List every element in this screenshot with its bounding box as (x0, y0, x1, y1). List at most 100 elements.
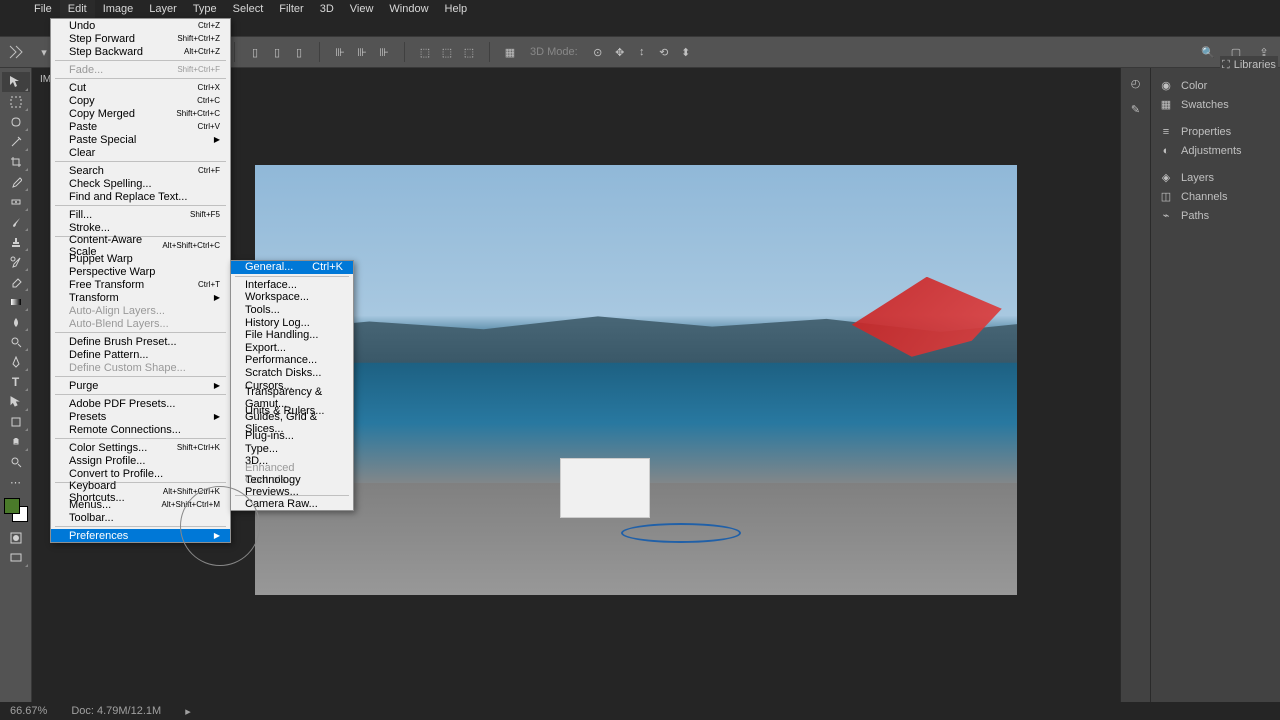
align-h-icon[interactable]: ▯ (247, 44, 263, 60)
menu-item-define-brush-preset---[interactable]: Define Brush Preset... (51, 335, 230, 348)
menu-item-content-aware-scale[interactable]: Content-Aware ScaleAlt+Shift+Ctrl+C (51, 239, 230, 252)
menu-item-assign-profile---[interactable]: Assign Profile... (51, 454, 230, 467)
menu-item-presets[interactable]: Presets▶ (51, 410, 230, 423)
menu-item-menus---[interactable]: Menus...Alt+Shift+Ctrl+M (51, 498, 230, 511)
auto-icon[interactable]: ⬚ (461, 44, 477, 60)
menu-item-free-transform[interactable]: Free TransformCtrl+T (51, 278, 230, 291)
menu-item-find-and-replace-text---[interactable]: Find and Replace Text... (51, 190, 230, 203)
shape-tool[interactable] (2, 412, 30, 432)
menu-item-preferences[interactable]: Preferences▶ (51, 529, 230, 542)
menu-item-color-settings---[interactable]: Color Settings...Shift+Ctrl+K (51, 441, 230, 454)
orbit-icon[interactable]: ⊙ (590, 44, 606, 60)
panel-swatches[interactable]: ▦Swatches (1151, 95, 1280, 114)
doc-size[interactable]: Doc: 4.79M/12.1M (71, 705, 161, 717)
slide-icon[interactable]: ⬍ (678, 44, 694, 60)
mode-icon[interactable]: ▦ (502, 44, 518, 60)
history-brush-tool[interactable] (2, 252, 30, 272)
panel-adjustments[interactable]: ◐Adjustments (1151, 141, 1280, 160)
hand-tool[interactable] (2, 432, 30, 452)
pan-icon[interactable]: ✥ (612, 44, 628, 60)
lasso-tool[interactable] (2, 112, 30, 132)
menu-file[interactable]: File (26, 0, 60, 18)
history-icon[interactable]: ◴ (1127, 74, 1145, 92)
submenu-item-type---[interactable]: Type... (231, 442, 353, 455)
space-icon[interactable]: ⊪ (332, 44, 348, 60)
menu-item-puppet-warp[interactable]: Puppet Warp (51, 252, 230, 265)
menu-item-transform[interactable]: Transform▶ (51, 291, 230, 304)
panel-libraries[interactable]: ⛶Libraries (1220, 56, 1278, 74)
type-tool[interactable]: T (2, 372, 30, 392)
space-icon[interactable]: ⊪ (376, 44, 392, 60)
submenu-item-interface---[interactable]: Interface... (231, 279, 353, 292)
align-h-icon[interactable]: ▯ (291, 44, 307, 60)
space-icon[interactable]: ⊪ (354, 44, 370, 60)
menu-layer[interactable]: Layer (141, 0, 185, 18)
menu-item-perspective-warp[interactable]: Perspective Warp (51, 265, 230, 278)
eraser-tool[interactable] (2, 272, 30, 292)
panel-paths[interactable]: ⌁Paths (1151, 206, 1280, 225)
submenu-item-general---[interactable]: General...Ctrl+K (231, 261, 353, 274)
dolly-icon[interactable]: ↕ (634, 44, 650, 60)
screen-mode[interactable] (2, 548, 30, 568)
menu-item-convert-to-profile---[interactable]: Convert to Profile... (51, 467, 230, 480)
menu-item-clear[interactable]: Clear (51, 146, 230, 159)
menu-item-cut[interactable]: CutCtrl+X (51, 81, 230, 94)
menu-select[interactable]: Select (225, 0, 272, 18)
search-icon[interactable]: 🔍 (1200, 44, 1216, 60)
menu-item-keyboard-shortcuts---[interactable]: Keyboard Shortcuts...Alt+Shift+Ctrl+K (51, 485, 230, 498)
gradient-tool[interactable] (2, 292, 30, 312)
menu-help[interactable]: Help (437, 0, 476, 18)
menu-item-paste[interactable]: PasteCtrl+V (51, 120, 230, 133)
menu-item-toolbar---[interactable]: Toolbar... (51, 511, 230, 524)
menu-item-adobe-pdf-presets---[interactable]: Adobe PDF Presets... (51, 397, 230, 410)
panel-channels[interactable]: ◫Channels (1151, 187, 1280, 206)
menu-image[interactable]: Image (95, 0, 142, 18)
menu-item-purge[interactable]: Purge▶ (51, 379, 230, 392)
dodge-tool[interactable] (2, 332, 30, 352)
submenu-item-file-handling---[interactable]: File Handling... (231, 329, 353, 342)
edit-toolbar[interactable]: ⋯ (2, 472, 30, 492)
submenu-item-workspace---[interactable]: Workspace... (231, 291, 353, 304)
menu-item-step-forward[interactable]: Step ForwardShift+Ctrl+Z (51, 32, 230, 45)
eyedropper-tool[interactable] (2, 172, 30, 192)
canvas-image[interactable] (255, 165, 1017, 595)
menu-item-step-backward[interactable]: Step BackwardAlt+Ctrl+Z (51, 45, 230, 58)
align-h-icon[interactable]: ▯ (269, 44, 285, 60)
panel-properties[interactable]: ≡Properties (1151, 122, 1280, 141)
menu-view[interactable]: View (342, 0, 382, 18)
zoom-level[interactable]: 66.67% (10, 705, 47, 717)
brushes-icon[interactable]: ✎ (1127, 100, 1145, 118)
submenu-item-performance---[interactable]: Performance... (231, 354, 353, 367)
menu-filter[interactable]: Filter (271, 0, 311, 18)
menu-window[interactable]: Window (381, 0, 436, 18)
submenu-item-tools---[interactable]: Tools... (231, 304, 353, 317)
menu-type[interactable]: Type (185, 0, 225, 18)
rotate-icon[interactable]: ⟲ (656, 44, 672, 60)
marquee-tool[interactable] (2, 92, 30, 112)
color-swatch[interactable] (4, 498, 28, 522)
auto-icon[interactable]: ⬚ (439, 44, 455, 60)
menu-item-copy[interactable]: CopyCtrl+C (51, 94, 230, 107)
menu-item-paste-special[interactable]: Paste Special▶ (51, 133, 230, 146)
submenu-item-history-log---[interactable]: History Log... (231, 316, 353, 329)
auto-icon[interactable]: ⬚ (417, 44, 433, 60)
healing-tool[interactable] (2, 192, 30, 212)
quick-mask[interactable] (2, 528, 30, 548)
tool-preset-icon[interactable] (8, 44, 24, 60)
path-tool[interactable] (2, 392, 30, 412)
menu-item-copy-merged[interactable]: Copy MergedShift+Ctrl+C (51, 107, 230, 120)
stamp-tool[interactable] (2, 232, 30, 252)
menu-item-define-pattern---[interactable]: Define Pattern... (51, 348, 230, 361)
submenu-item-scratch-disks---[interactable]: Scratch Disks... (231, 367, 353, 380)
menu-3d[interactable]: 3D (312, 0, 342, 18)
zoom-tool[interactable] (2, 452, 30, 472)
menu-edit[interactable]: Edit (60, 0, 95, 18)
menu-item-remote-connections---[interactable]: Remote Connections... (51, 423, 230, 436)
crop-tool[interactable] (2, 152, 30, 172)
submenu-item-technology-previews---[interactable]: Technology Previews... (231, 480, 353, 493)
menu-item-fill---[interactable]: Fill...Shift+F5 (51, 208, 230, 221)
submenu-item-transparency---gamut---[interactable]: Transparency & Gamut... (231, 392, 353, 405)
brush-tool[interactable] (2, 212, 30, 232)
submenu-item-camera-raw---[interactable]: Camera Raw... (231, 498, 353, 511)
submenu-item-export---[interactable]: Export... (231, 342, 353, 355)
